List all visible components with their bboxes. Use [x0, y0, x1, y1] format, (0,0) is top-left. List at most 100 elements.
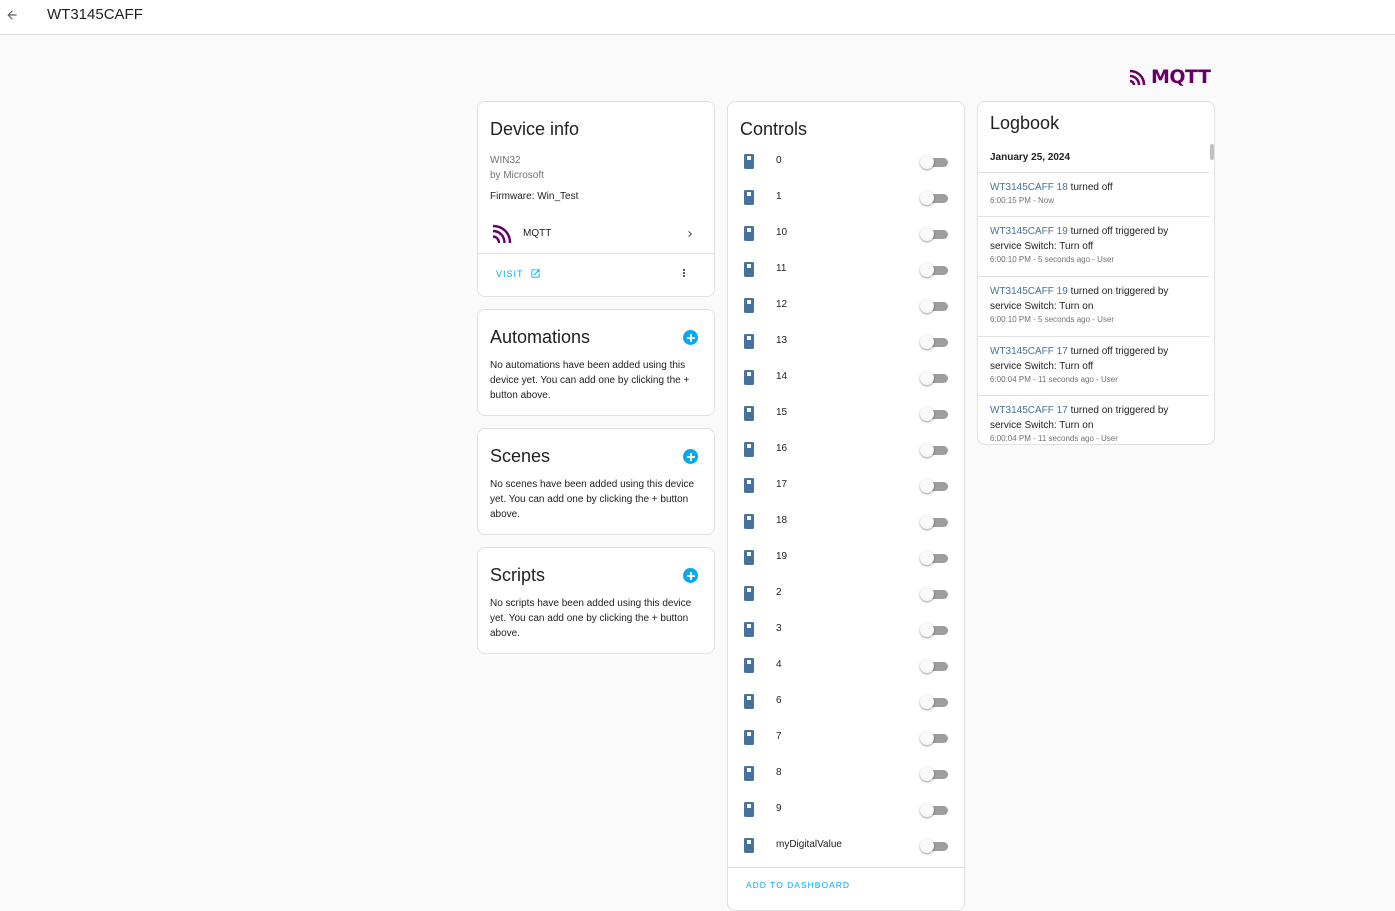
control-toggle[interactable] [920, 226, 948, 242]
control-row[interactable]: 15 [728, 398, 964, 434]
toggle-thumb [920, 335, 934, 349]
control-name: 19 [776, 551, 788, 562]
logbook-time: 6:00:04 PM - 11 seconds ago - User [990, 434, 1118, 443]
switch-icon [744, 622, 754, 637]
toggle-thumb [920, 623, 934, 637]
switch-icon [744, 262, 754, 277]
control-toggle[interactable] [920, 406, 948, 422]
toggle-thumb [920, 803, 934, 817]
control-row[interactable]: 12 [728, 290, 964, 326]
control-toggle[interactable] [920, 694, 948, 710]
control-toggle[interactable] [920, 478, 948, 494]
logbook-message: WT3145CAFF 19 turned on triggered by ser… [990, 284, 1190, 314]
device-firmware: Firmware: Win_Test [490, 191, 579, 202]
control-name: 0 [776, 155, 782, 166]
toggle-thumb [920, 227, 934, 241]
control-row[interactable]: 0 [728, 146, 964, 182]
control-name: 6 [776, 695, 782, 706]
toggle-thumb [920, 695, 934, 709]
control-row[interactable]: 17 [728, 470, 964, 506]
control-row[interactable]: 19 [728, 542, 964, 578]
toggle-thumb [920, 479, 934, 493]
control-name: 14 [776, 371, 788, 382]
control-row[interactable]: 11 [728, 254, 964, 290]
control-toggle[interactable] [920, 370, 948, 386]
control-toggle[interactable] [920, 154, 948, 170]
control-row[interactable]: 7 [728, 722, 964, 758]
control-toggle[interactable] [920, 442, 948, 458]
toggle-thumb [920, 191, 934, 205]
switch-icon [744, 514, 754, 529]
control-row[interactable]: 6 [728, 686, 964, 722]
switch-icon [744, 694, 754, 709]
control-name: 11 [776, 263, 787, 274]
control-toggle[interactable] [920, 334, 948, 350]
control-toggle[interactable] [920, 298, 948, 314]
control-name: myDigitalValue [776, 839, 842, 850]
device-info-title: Device info [490, 119, 580, 139]
chevron-right-icon [688, 231, 692, 237]
logbook-entity-link[interactable]: WT3145CAFF 17 [990, 346, 1068, 357]
add-script-button[interactable] [683, 568, 698, 583]
automations-card: Automations No automations have been add… [477, 309, 715, 416]
logbook-entry: WT3145CAFF 17 turned on triggered by ser… [978, 395, 1210, 444]
logbook-entity-link[interactable]: WT3145CAFF 19 [990, 226, 1068, 237]
logbook-scrollbar[interactable] [1210, 144, 1214, 160]
logbook-entity-link[interactable]: WT3145CAFF 17 [990, 405, 1068, 416]
control-row[interactable]: 3 [728, 614, 964, 650]
control-toggle[interactable] [920, 766, 948, 782]
control-toggle[interactable] [920, 550, 948, 566]
control-name: 1 [776, 191, 782, 202]
page-title: WT3145CAFF [47, 6, 143, 23]
logbook-message: WT3145CAFF 19 turned off triggered by se… [990, 224, 1190, 254]
control-name: 10 [776, 227, 788, 238]
control-row[interactable]: 16 [728, 434, 964, 470]
control-toggle[interactable] [920, 802, 948, 818]
scenes-description: No scenes have been added using this dev… [490, 479, 695, 520]
control-row[interactable]: 9 [728, 794, 964, 830]
control-row[interactable]: 8 [728, 758, 964, 794]
switch-icon [744, 766, 754, 781]
control-row[interactable]: 4 [728, 650, 964, 686]
toggle-thumb [920, 551, 934, 565]
toggle-thumb [920, 155, 934, 169]
control-toggle[interactable] [920, 514, 948, 530]
control-row[interactable]: 2 [728, 578, 964, 614]
scripts-title: Scripts [490, 565, 546, 585]
toggle-thumb [920, 371, 934, 385]
add-automation-button[interactable] [683, 330, 698, 345]
device-menu-button[interactable] [678, 266, 690, 285]
logbook-card: Logbook January 25, 2024 WT3145CAFF 18 t… [977, 101, 1215, 445]
toggle-thumb [920, 407, 934, 421]
control-row[interactable]: 1 [728, 182, 964, 218]
control-row[interactable]: myDigitalValue [728, 830, 964, 866]
control-toggle[interactable] [920, 838, 948, 854]
control-row[interactable]: 13 [728, 326, 964, 362]
control-name: 8 [776, 767, 782, 778]
control-toggle[interactable] [920, 730, 948, 746]
control-row[interactable]: 10 [728, 218, 964, 254]
integration-row-mqtt[interactable]: MQTT [478, 218, 714, 252]
switch-icon [744, 298, 754, 313]
mqtt-logo: MQTT [1129, 66, 1211, 88]
control-toggle[interactable] [920, 658, 948, 674]
control-toggle[interactable] [920, 622, 948, 638]
control-row[interactable]: 14 [728, 362, 964, 398]
visit-link[interactable]: VISIT [496, 268, 541, 279]
logbook-time: 6:00:10 PM - 5 seconds ago - User [990, 255, 1115, 264]
control-toggle[interactable] [920, 262, 948, 278]
logbook-entity-link[interactable]: WT3145CAFF 18 [990, 182, 1068, 193]
mqtt-icon [492, 224, 512, 244]
switch-icon [744, 226, 754, 241]
control-toggle[interactable] [920, 586, 948, 602]
logbook-entity-link[interactable]: WT3145CAFF 19 [990, 286, 1068, 297]
toggle-thumb [920, 587, 934, 601]
control-toggle[interactable] [920, 190, 948, 206]
add-to-dashboard-button[interactable]: ADD TO DASHBOARD [746, 880, 850, 890]
automations-description: No automations have been added using thi… [490, 360, 690, 401]
open-in-new-icon [530, 269, 540, 278]
back-button[interactable] [3, 5, 21, 25]
control-row[interactable]: 18 [728, 506, 964, 542]
visit-label: VISIT [496, 268, 524, 279]
add-scene-button[interactable] [683, 449, 698, 464]
